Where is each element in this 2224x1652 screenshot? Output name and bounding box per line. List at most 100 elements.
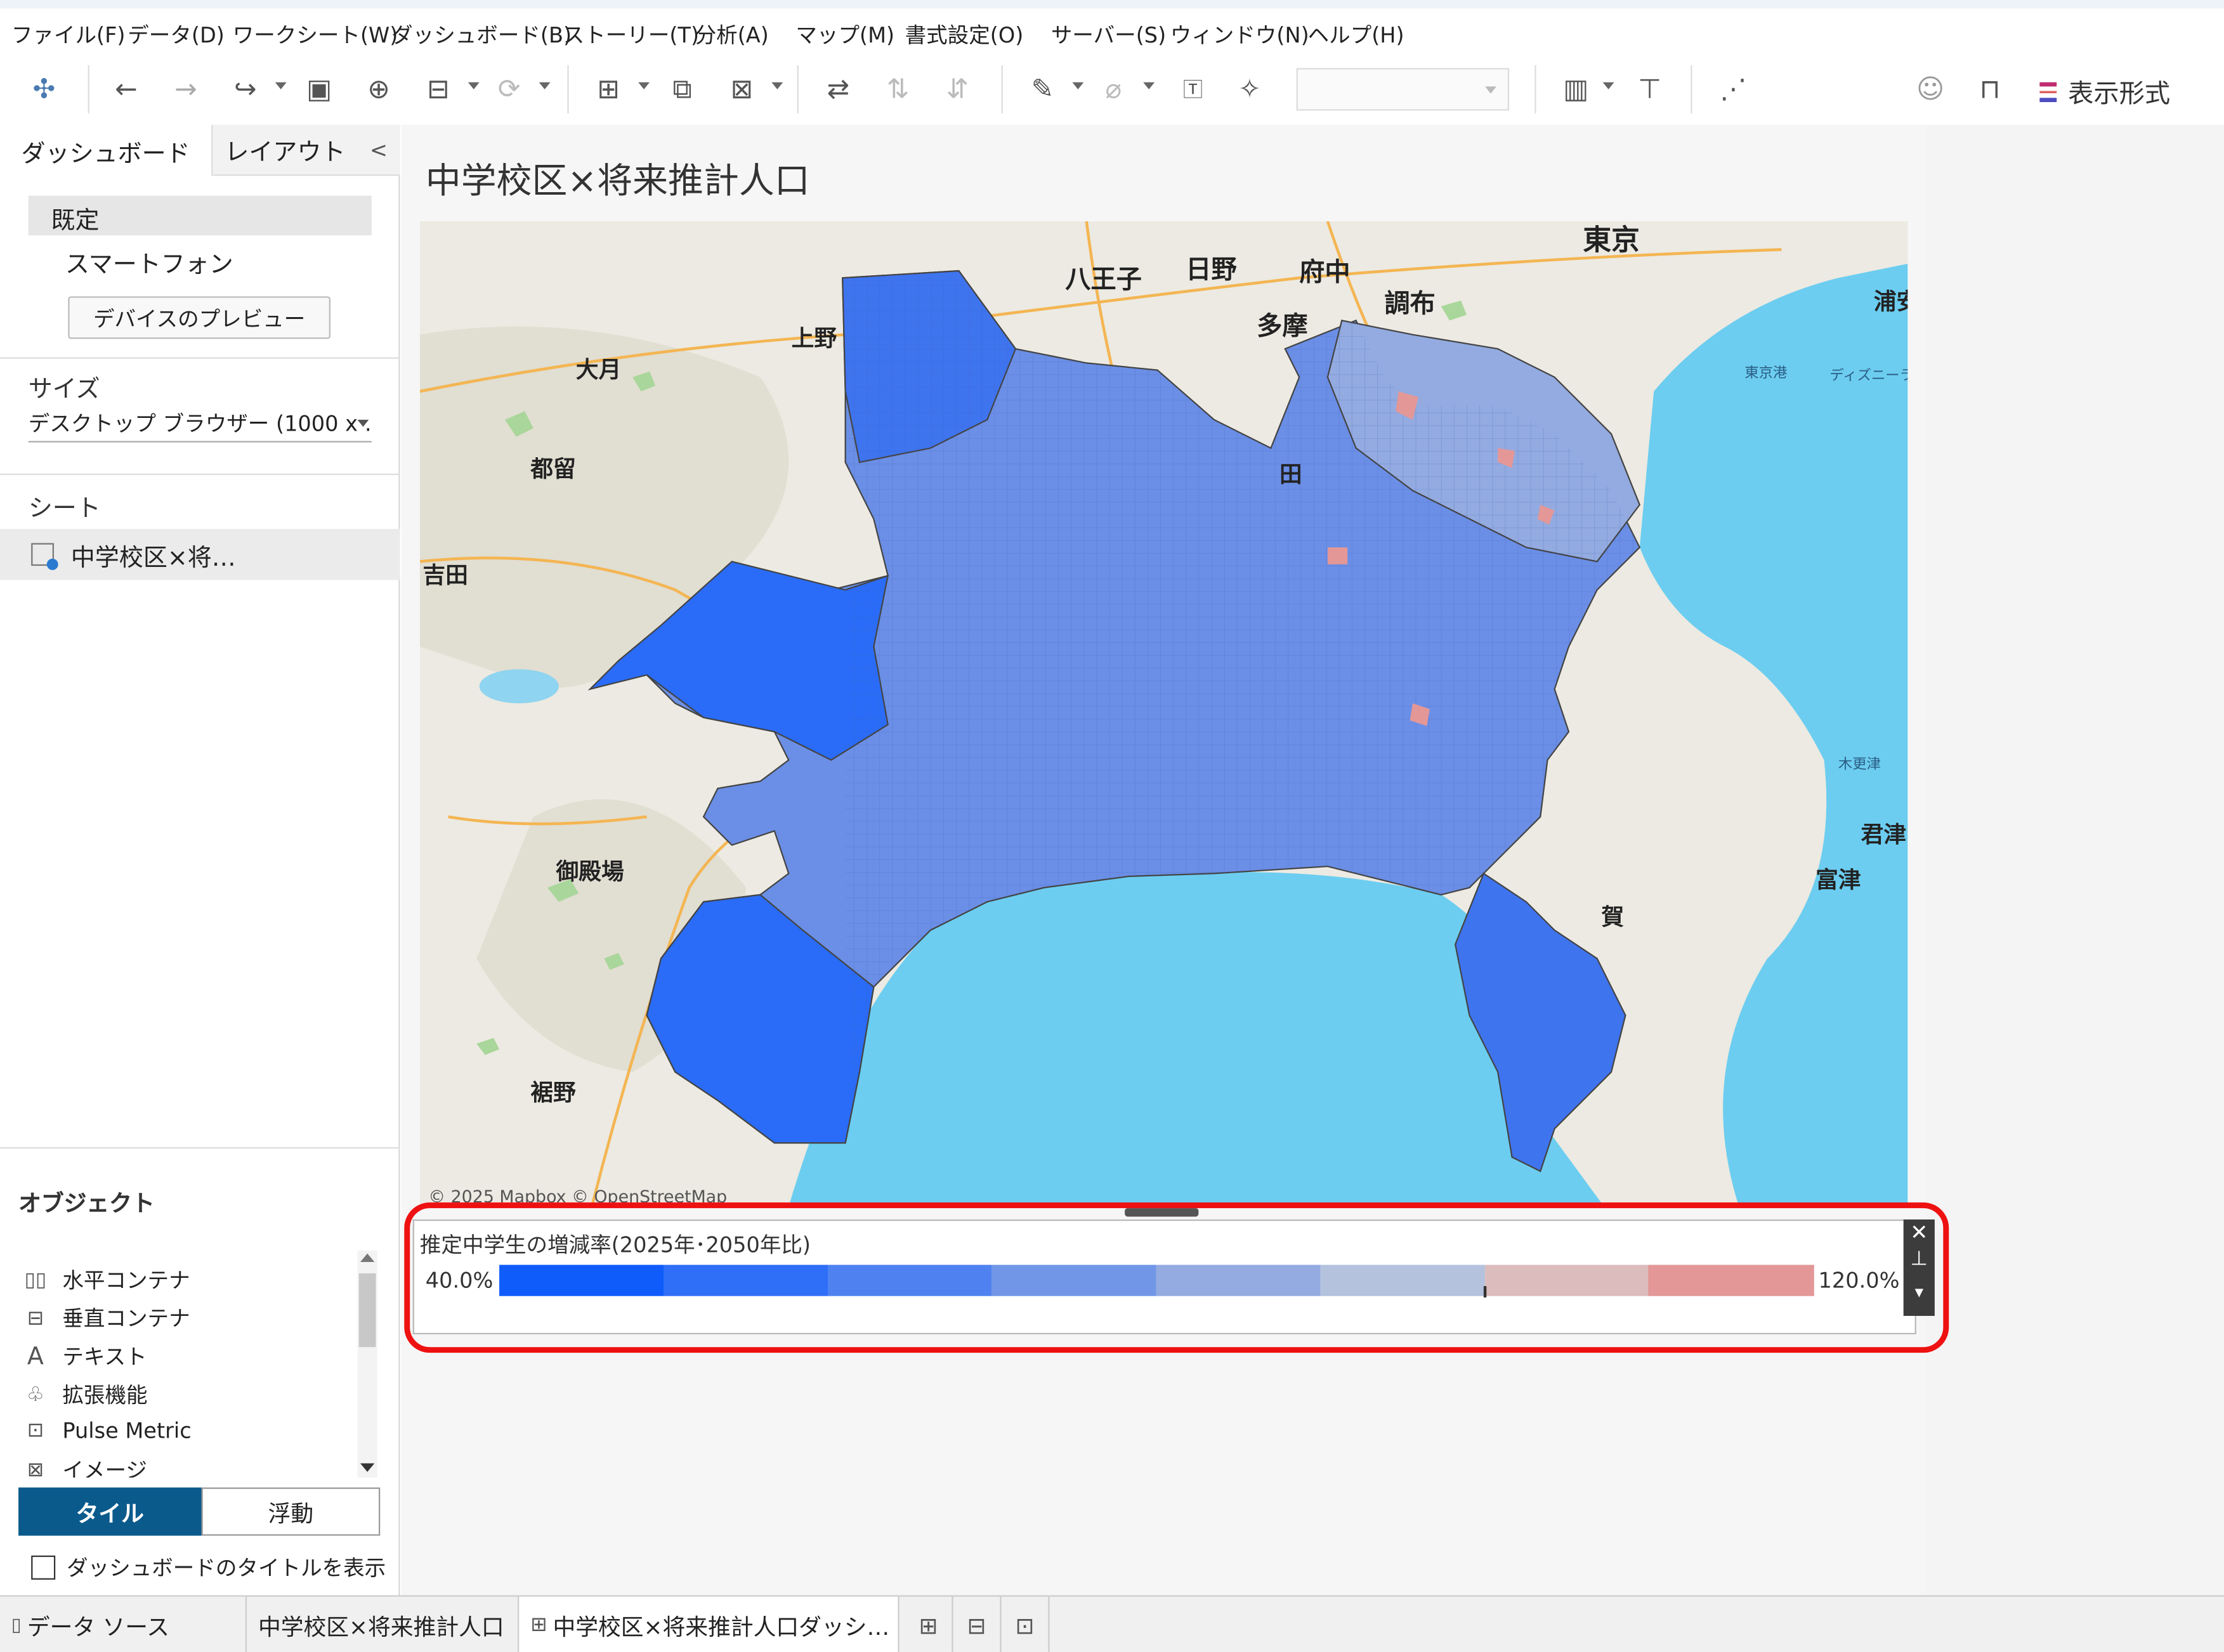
swap-icon[interactable]: ⇄ xyxy=(817,56,860,122)
objects-clip: ⊠ イメージ xyxy=(0,1449,355,1478)
tab-dashboard-label: 中学校区×将来推計人口ダッシ… xyxy=(553,1613,890,1641)
label-icon[interactable]: 🅃 xyxy=(1172,56,1214,122)
size-select[interactable]: デスクトップ ブラウザー (1000 x … xyxy=(28,408,372,443)
label-ta: 田 xyxy=(1279,462,1302,488)
menu-map[interactable]: マップ(M) xyxy=(795,20,894,49)
menu-dashboard[interactable]: ダッシュボード(B) xyxy=(391,20,572,49)
format-button[interactable]: 表示形式 xyxy=(2039,74,2170,110)
label-disney: ディズニーラ xyxy=(1829,367,1907,384)
highlight-icon[interactable]: ✎ xyxy=(1021,56,1064,122)
device-default[interactable]: 既定 xyxy=(28,195,372,236)
toolbar-separator xyxy=(1001,65,1003,114)
divider xyxy=(0,357,400,359)
chevron-down-icon[interactable] xyxy=(1143,82,1155,89)
signpost-icon[interactable]: ⊓ xyxy=(1969,56,2011,122)
tab-layout[interactable]: レイアウト xyxy=(213,124,358,176)
redo-icon[interactable]: → xyxy=(164,56,207,122)
scroll-down-icon[interactable] xyxy=(360,1463,375,1472)
save-icon[interactable]: ▣ xyxy=(298,56,341,122)
share-icon[interactable]: ⋰ xyxy=(1712,56,1755,122)
sheet-item[interactable]: 中学校区×将… xyxy=(0,529,400,580)
duplicate-icon[interactable]: ⧉ xyxy=(661,56,703,122)
tableau-logo-icon[interactable]: ✣ xyxy=(23,56,65,122)
horizontal-container-icon: ▯▯ xyxy=(24,1268,47,1291)
tab-dashboard-active[interactable]: ⊞ 中学校区×将来推計人口ダッシ… xyxy=(519,1596,899,1652)
floating-button[interactable]: 浮動 xyxy=(201,1487,381,1536)
show-title-label: ダッシュボードのタイトルを表示 xyxy=(67,1555,386,1582)
scrollbar-thumb[interactable] xyxy=(358,1273,376,1348)
divider xyxy=(0,1147,400,1149)
tile-button[interactable]: タイル xyxy=(18,1487,202,1536)
chevron-down-icon[interactable] xyxy=(539,82,551,89)
new-worksheet-icon[interactable]: ⊞ xyxy=(905,1596,953,1652)
label-hino: 日野 xyxy=(1186,255,1236,284)
replay-icon[interactable]: ↪ xyxy=(224,56,266,122)
chevron-down-icon[interactable] xyxy=(638,82,650,89)
toolbar-separator xyxy=(797,65,799,114)
format-label: 表示形式 xyxy=(2068,79,2171,110)
device-phone[interactable]: スマートフォン xyxy=(65,244,233,280)
show-title-checkbox[interactable] xyxy=(31,1555,56,1580)
chevron-down-icon[interactable] xyxy=(275,82,287,89)
menu-help[interactable]: ヘルプ(H) xyxy=(1308,20,1404,49)
tab-sheet[interactable]: 中学校区×将来推計人口 xyxy=(247,1596,520,1652)
chevron-down-icon[interactable] xyxy=(468,82,480,89)
object-image[interactable]: ⊠ イメージ xyxy=(23,1455,147,1478)
map-svg: 東京 八王子 日野 府中 調布 多摩 上野 大月 都留 吉田 御殿場 裾野 浦安… xyxy=(419,221,1908,1207)
menu-server[interactable]: サーバー(S) xyxy=(1051,20,1166,49)
sort-descending-icon[interactable]: ⇵ xyxy=(936,56,979,122)
show-title-row[interactable]: ダッシュボードのタイトルを表示 xyxy=(31,1552,386,1582)
vertical-container-icon: ⊟ xyxy=(27,1306,44,1330)
new-datasource-icon[interactable]: ⊕ xyxy=(357,56,400,122)
tab-data-source[interactable]: ▯ データ ソース xyxy=(0,1596,247,1652)
object-pulse-metric[interactable]: ⊡ Pulse Metric xyxy=(23,1418,192,1443)
label-tokyo-port: 東京港 xyxy=(1744,365,1787,381)
label-otsuki: 大月 xyxy=(576,357,622,383)
pause-update-icon[interactable]: ⊟ xyxy=(417,56,459,122)
sheet-icon xyxy=(31,543,58,570)
menu-story[interactable]: ストーリー(T) xyxy=(563,20,699,49)
object-horizontal-container[interactable]: ▯▯ 水平コンテナ xyxy=(23,1265,190,1295)
pin-icon[interactable]: ✧ xyxy=(1228,56,1271,122)
group-icon[interactable]: ⌀ xyxy=(1092,56,1135,122)
object-label: 水平コンテナ xyxy=(62,1267,190,1294)
new-story-icon[interactable]: ⊡ xyxy=(1002,1596,1050,1652)
object-extension[interactable]: ♧ 拡張機能 xyxy=(23,1380,148,1410)
undo-icon[interactable]: ← xyxy=(105,56,147,122)
sort-ascending-icon[interactable]: ⇅ xyxy=(877,56,919,122)
object-label: Pulse Metric xyxy=(62,1418,192,1444)
object-label: 垂直コンテナ xyxy=(62,1306,190,1332)
presentation-icon[interactable]: ⊤ xyxy=(1628,56,1671,122)
object-text[interactable]: A テキスト xyxy=(23,1341,147,1371)
tab-sheet-label: 中学校区×将来推計人口 xyxy=(258,1613,504,1641)
menu-window[interactable]: ウィンドウ(N) xyxy=(1170,20,1309,49)
object-vertical-container[interactable]: ⊟ 垂直コンテナ xyxy=(23,1303,190,1333)
label-urayasu: 浦安 xyxy=(1874,289,1908,315)
label-gotemba: 御殿場 xyxy=(556,859,624,885)
device-preview-button[interactable]: デバイスのプレビュー xyxy=(68,296,330,339)
new-worksheet-icon[interactable]: ⊞ xyxy=(587,56,630,122)
toolbar-separator xyxy=(1534,65,1536,114)
dashboard-icon: ⊞ xyxy=(530,1613,547,1637)
refresh-icon[interactable]: ⟳ xyxy=(488,56,530,122)
chevron-down-icon[interactable] xyxy=(771,82,783,89)
fit-select[interactable] xyxy=(1296,68,1510,111)
map-view[interactable]: 東京 八王子 日野 府中 調布 多摩 上野 大月 都留 吉田 御殿場 裾野 浦安… xyxy=(419,221,1908,1207)
menu-data[interactable]: データ(D) xyxy=(128,20,225,49)
tab-dashboard[interactable]: ダッシュボード xyxy=(0,124,213,176)
menu-analysis[interactable]: 分析(A) xyxy=(695,20,769,49)
data-guide-icon[interactable]: ☺ xyxy=(1909,56,1952,122)
clear-sheet-icon[interactable]: ⊠ xyxy=(721,56,763,122)
menu-file[interactable]: ファイル(F) xyxy=(11,20,126,49)
menu-worksheet[interactable]: ワークシート(W) xyxy=(233,20,398,49)
object-label: 拡張機能 xyxy=(62,1382,148,1408)
chevron-down-icon[interactable] xyxy=(1072,82,1084,89)
menu-format[interactable]: 書式設定(O) xyxy=(905,20,1024,49)
objects-scrollbar[interactable] xyxy=(357,1251,377,1478)
chevron-down-icon[interactable] xyxy=(1602,82,1614,89)
collapse-pane-button[interactable]: < xyxy=(357,124,400,176)
dashboard-title: 中学校区×将来推計人口 xyxy=(425,160,810,202)
scroll-up-icon[interactable] xyxy=(360,1253,375,1263)
show-me-icon[interactable]: ▥ xyxy=(1555,56,1597,122)
new-dashboard-icon[interactable]: ⊟ xyxy=(953,1596,1002,1652)
